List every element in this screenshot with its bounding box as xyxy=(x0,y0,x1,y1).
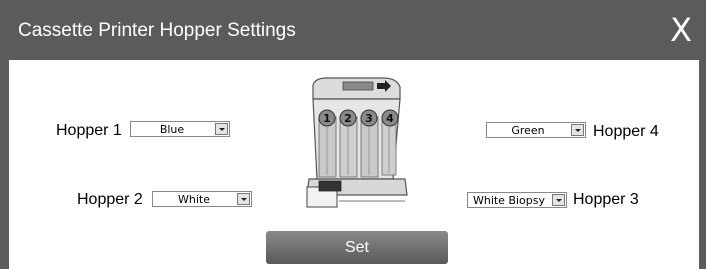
hopper-1-select[interactable]: Blue xyxy=(130,121,230,137)
hopper-1-value: Blue xyxy=(159,122,185,136)
chevron-down-icon[interactable] xyxy=(571,124,584,136)
title-bar: Cassette Printer Hopper Settings X xyxy=(0,0,706,60)
hopper-4-select[interactable]: Green xyxy=(486,122,586,138)
hopper-badge-2: 2 xyxy=(344,112,352,125)
hopper-2-value: White xyxy=(178,192,210,206)
hopper-2-label: Hopper 2 xyxy=(77,191,143,208)
dialog-title: Cassette Printer Hopper Settings xyxy=(18,20,296,41)
hopper-3-label: Hopper 3 xyxy=(573,191,639,208)
hopper-settings-dialog: Cassette Printer Hopper Settings X Hoppe… xyxy=(0,0,706,269)
hopper-badge-1: 1 xyxy=(323,112,331,125)
cassette-printer-image: 1 2 3 4 xyxy=(306,77,408,208)
hopper-4-label: Hopper 4 xyxy=(593,123,659,140)
chevron-down-icon[interactable] xyxy=(237,193,250,205)
hopper-3-select[interactable]: White Biopsy xyxy=(467,192,567,208)
chevron-down-icon[interactable] xyxy=(552,194,565,206)
hopper-4-value: Green xyxy=(511,123,545,137)
settings-panel: Hopper 1 Blue Hopper 2 White Green Hoppe… xyxy=(9,60,699,269)
close-button[interactable]: X xyxy=(670,12,692,48)
hopper-3-value: White Biopsy xyxy=(472,193,546,207)
hopper-1-label: Hopper 1 xyxy=(56,122,122,139)
set-button[interactable]: Set xyxy=(266,231,448,264)
chevron-down-icon[interactable] xyxy=(215,123,228,135)
hopper-badge-3: 3 xyxy=(365,112,373,125)
hopper-2-select[interactable]: White xyxy=(152,191,252,207)
hopper-badge-4: 4 xyxy=(386,112,394,125)
